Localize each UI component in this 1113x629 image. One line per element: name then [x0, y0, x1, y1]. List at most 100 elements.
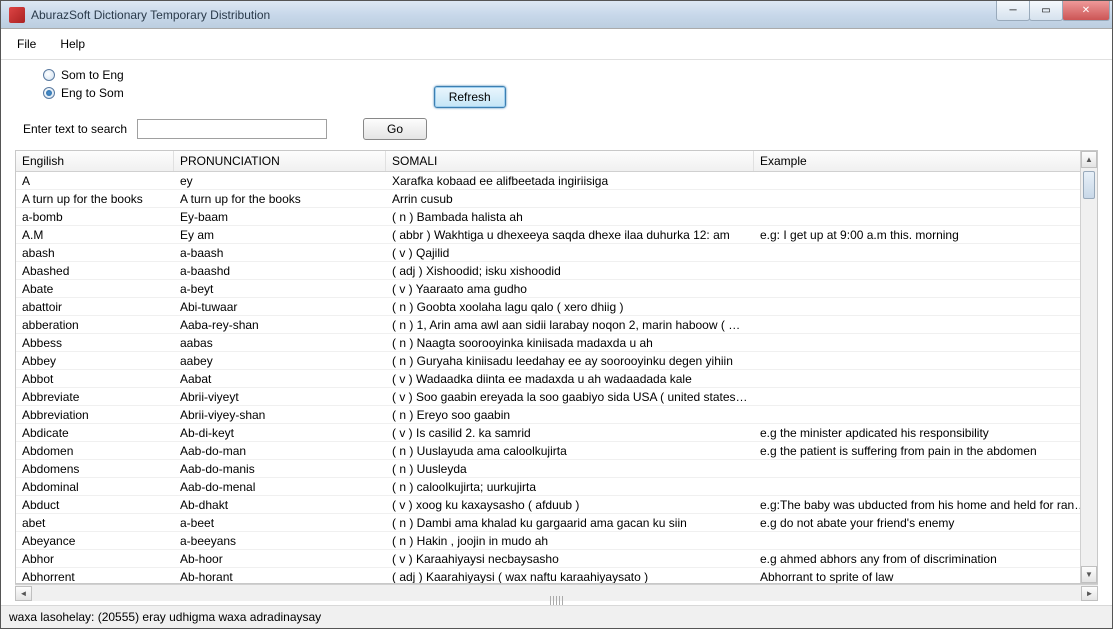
cell: ( v ) xoog ku kaxaysasho ( afduub ): [386, 498, 754, 512]
go-button[interactable]: Go: [363, 118, 427, 140]
search-input[interactable]: [137, 119, 327, 139]
app-icon: [9, 7, 25, 23]
col-english[interactable]: Engilish: [16, 151, 174, 171]
table-row[interactable]: Abeyancea-beeyans( n ) Hakin , joojin in…: [16, 532, 1097, 550]
radio-som-to-eng[interactable]: Som to Eng: [43, 68, 124, 82]
close-button[interactable]: ✕: [1062, 1, 1110, 21]
table-row[interactable]: AbhorAb-hoor( v ) Karaahiyaysi necbaysas…: [16, 550, 1097, 568]
cell: Abbreviate: [16, 390, 174, 404]
table-row[interactable]: AbbotAabat( v ) Wadaadka diinta ee madax…: [16, 370, 1097, 388]
table-row[interactable]: abberationAaba-rey-shan( n ) 1, Arin ama…: [16, 316, 1097, 334]
cell: ( adj ) Kaarahiyaysi ( wax naftu karaahi…: [386, 570, 754, 584]
cell: Aabat: [174, 372, 386, 386]
cell: Ab-hoor: [174, 552, 386, 566]
cell: Aab-do-man: [174, 444, 386, 458]
cell: Abeyance: [16, 534, 174, 548]
cell: ( n ) caloolkujirta; uurkujirta: [386, 480, 754, 494]
radio-eng-to-som[interactable]: Eng to Som: [43, 86, 124, 100]
cell: e.g: I get up at 9:00 a.m this. morning: [754, 228, 1097, 242]
cell: a-beeyans: [174, 534, 386, 548]
table-row[interactable]: a-bombEy-baam( n ) Bambada halista ah: [16, 208, 1097, 226]
cell: Abbot: [16, 372, 174, 386]
minimize-button[interactable]: ─: [996, 1, 1030, 21]
cell: ( n ) Uuslayuda ama caloolkujirta: [386, 444, 754, 458]
table-row[interactable]: AbdomensAab-do-manis( n ) Uusleyda: [16, 460, 1097, 478]
cell: Abhor: [16, 552, 174, 566]
status-bar: waxa lasohelay: (20555) eray udhigma wax…: [1, 605, 1112, 628]
cell: e.g the minister apdicated his responsib…: [754, 426, 1097, 440]
cell: abet: [16, 516, 174, 530]
cell: ( n ) Dambi ama khalad ku gargaarid ama …: [386, 516, 754, 530]
scroll-right-icon[interactable]: ►: [1081, 586, 1098, 601]
cell: ( v ) Qajilid: [386, 246, 754, 260]
cell: ( n ) 1, Arin ama awl aan sidii larabay …: [386, 318, 754, 332]
hscroll-grip-icon: [542, 596, 572, 605]
grid-header: Engilish PRONUNCIATION SOMALI Example: [16, 151, 1097, 172]
table-row[interactable]: abattoirAbi-tuwaar( n ) Goobta xoolaha l…: [16, 298, 1097, 316]
cell: Aab-do-menal: [174, 480, 386, 494]
table-row[interactable]: AbbreviationAbrii-viyey-shan( n ) Ereyo …: [16, 406, 1097, 424]
cell: Ab-di-keyt: [174, 426, 386, 440]
col-example[interactable]: Example: [754, 151, 1097, 171]
cell: e.g the patient is suffering from pain i…: [754, 444, 1097, 458]
radio-icon-checked: [43, 87, 55, 99]
refresh-button[interactable]: Refresh: [434, 86, 506, 108]
cell: e.g:The baby was ubducted from his home …: [754, 498, 1097, 512]
cell: Abdomen: [16, 444, 174, 458]
col-somali[interactable]: SOMALI: [386, 151, 754, 171]
cell: Abrii-viyey-shan: [174, 408, 386, 422]
table-row[interactable]: AeyXarafka kobaad ee alifbeetada ingirii…: [16, 172, 1097, 190]
col-pronunciation[interactable]: PRONUNCIATION: [174, 151, 386, 171]
cell: Abrii-viyeyt: [174, 390, 386, 404]
menu-help[interactable]: Help: [60, 37, 85, 51]
menu-file[interactable]: File: [17, 37, 36, 51]
cell: ( n ) Bambada halista ah: [386, 210, 754, 224]
radio-label: Som to Eng: [61, 68, 124, 82]
horizontal-scrollbar[interactable]: ◄ ►: [15, 584, 1098, 601]
table-row[interactable]: Abatea-beyt( v ) Yaaraato ama gudho: [16, 280, 1097, 298]
vertical-scrollbar[interactable]: ▲ ▼: [1080, 151, 1097, 583]
table-row[interactable]: AbbreviateAbrii-viyeyt( v ) Soo gaabin e…: [16, 388, 1097, 406]
status-text: waxa lasohelay: (20555) eray udhigma wax…: [9, 610, 321, 624]
cell: a-beet: [174, 516, 386, 530]
cell: a-bomb: [16, 210, 174, 224]
cell: Abbess: [16, 336, 174, 350]
search-row: Enter text to search Go: [23, 118, 1098, 140]
cell: a-baashd: [174, 264, 386, 278]
table-row[interactable]: Abbessaabas( n ) Naagta soorooyinka kini…: [16, 334, 1097, 352]
window-controls: ─ ▭ ✕: [997, 1, 1110, 21]
table-row[interactable]: A turn up for the booksA turn up for the…: [16, 190, 1097, 208]
scroll-thumb[interactable]: [1083, 171, 1095, 199]
cell: e.g do not abate your friend's enemy: [754, 516, 1097, 530]
cell: ( n ) Goobta xoolaha lagu qalo ( xero dh…: [386, 300, 754, 314]
cell: Abashed: [16, 264, 174, 278]
table-row[interactable]: A.M Ey am( abbr ) Wakhtiga u dhexeeya sa…: [16, 226, 1097, 244]
grid-body[interactable]: AeyXarafka kobaad ee alifbeetada ingirii…: [16, 172, 1097, 583]
scroll-up-icon[interactable]: ▲: [1081, 151, 1097, 168]
cell: Ab-dhakt: [174, 498, 386, 512]
table-row[interactable]: AbdicateAb-di-keyt( v ) Is casilid 2. ka…: [16, 424, 1097, 442]
maximize-button[interactable]: ▭: [1029, 1, 1063, 21]
cell: abattoir: [16, 300, 174, 314]
cell: Abi-tuwaar: [174, 300, 386, 314]
cell: Abdomens: [16, 462, 174, 476]
cell: ( v ) Is casilid 2. ka samrid: [386, 426, 754, 440]
cell: ( n ) Guryaha kiniisadu leedahay ee ay s…: [386, 354, 754, 368]
cell: Aab-do-manis: [174, 462, 386, 476]
table-row[interactable]: AbductAb-dhakt( v ) xoog ku kaxaysasho (…: [16, 496, 1097, 514]
scroll-left-icon[interactable]: ◄: [15, 586, 32, 601]
app-window: AburazSoft Dictionary Temporary Distribu…: [0, 0, 1113, 629]
table-row[interactable]: Abbeyaabey( n ) Guryaha kiniisadu leedah…: [16, 352, 1097, 370]
cell: abberation: [16, 318, 174, 332]
table-row[interactable]: abeta-beet( n ) Dambi ama khalad ku garg…: [16, 514, 1097, 532]
table-row[interactable]: AbdomenAab-do-man( n ) Uuslayuda ama cal…: [16, 442, 1097, 460]
scroll-down-icon[interactable]: ▼: [1081, 566, 1097, 583]
table-row[interactable]: Abasheda-baashd( adj ) Xishoodid; isku x…: [16, 262, 1097, 280]
table-row[interactable]: abasha-baash( v ) Qajilid: [16, 244, 1097, 262]
results-grid: Engilish PRONUNCIATION SOMALI Example Ae…: [15, 150, 1098, 584]
cell: Ey-baam: [174, 210, 386, 224]
table-row[interactable]: AbhorrentAb-horant( adj ) Kaarahiyaysi (…: [16, 568, 1097, 583]
table-row[interactable]: AbdominalAab-do-menal( n ) caloolkujirta…: [16, 478, 1097, 496]
cell: Abdominal: [16, 480, 174, 494]
cell: a-beyt: [174, 282, 386, 296]
